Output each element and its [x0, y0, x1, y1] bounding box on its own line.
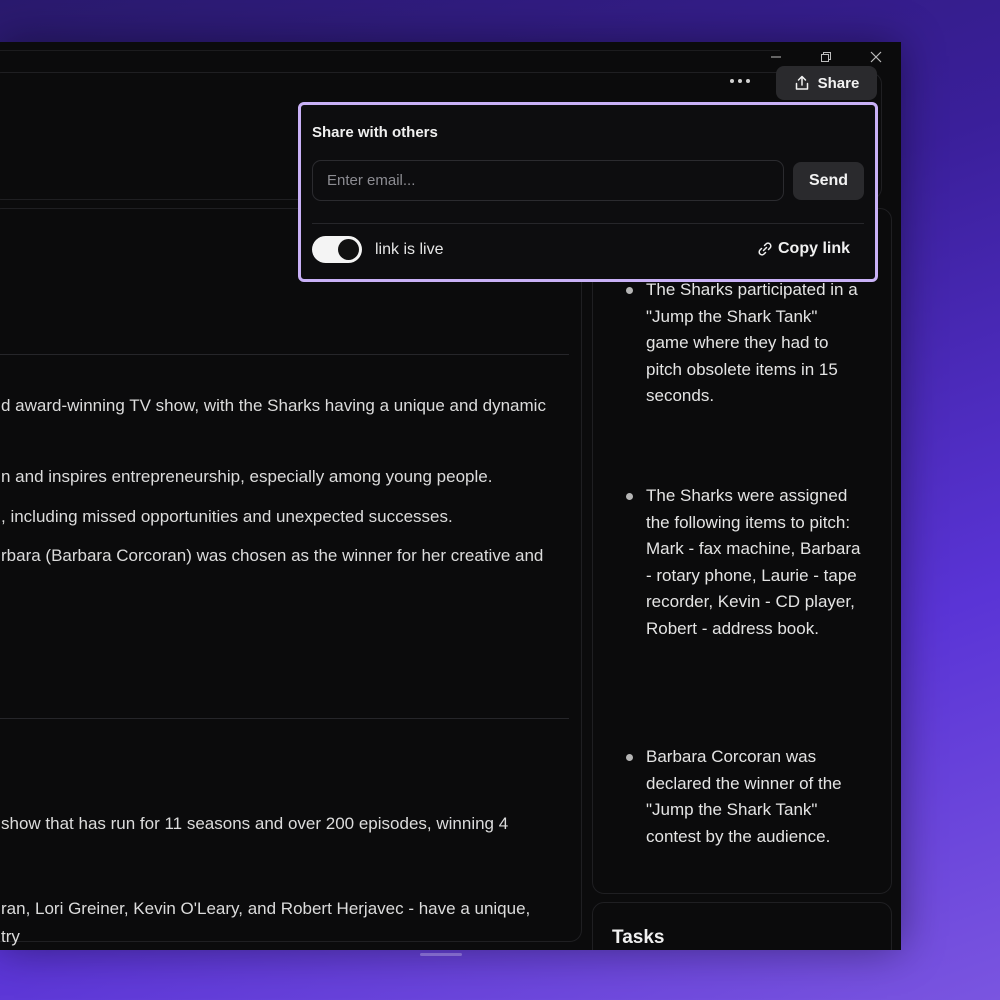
list-item-text: The Sharks were assigned the following i… [646, 486, 861, 638]
tasks-title: Tasks [612, 927, 665, 948]
summary-line: n and inspires entrepreneurship, especia… [1, 467, 493, 486]
bullet-icon [626, 754, 633, 761]
link-icon [758, 242, 772, 256]
summary-line: ran, Lori Greiner, Kevin O'Leary, and Ro… [1, 899, 531, 918]
window-resize-handle[interactable] [420, 953, 462, 956]
dot-icon [738, 79, 742, 83]
toggle-knob [338, 239, 359, 260]
summary-line: rbara (Barbara Corcoran) was chosen as t… [1, 546, 544, 565]
list-item-text: The Sharks participated in a "Jump the S… [646, 280, 858, 406]
close-icon [870, 51, 882, 63]
title-bar-divider [0, 50, 780, 51]
bullet-icon [626, 493, 633, 500]
send-button[interactable]: Send [793, 162, 864, 200]
popup-divider [312, 223, 864, 224]
restore-icon [821, 52, 831, 62]
share-button[interactable]: Share [776, 66, 877, 100]
tasks-card: Tasks [592, 902, 892, 950]
copy-link-label: Copy link [778, 240, 851, 257]
more-options-button[interactable] [730, 75, 754, 87]
list-item: Barbara Corcoran was declared the winner… [626, 744, 861, 850]
summary-line: , including missed opportunities and une… [1, 507, 453, 526]
link-live-toggle[interactable] [312, 236, 362, 263]
share-icon [795, 75, 808, 90]
popup-title: Share with others [312, 124, 438, 141]
summary-line: try [1, 927, 20, 946]
list-item: The Sharks were assigned the following i… [626, 483, 861, 643]
share-popup: Share with others Send link is live Copy… [298, 102, 878, 282]
link-live-label: link is live [375, 241, 444, 258]
list-item-text: Barbara Corcoran was declared the winner… [646, 747, 842, 846]
copy-link-button[interactable]: Copy link [757, 240, 850, 258]
section-divider [0, 718, 569, 719]
dot-icon [730, 79, 734, 83]
summary-line: d award-winning TV show, with the Sharks… [1, 396, 546, 415]
email-input[interactable] [312, 160, 784, 201]
dot-icon [746, 79, 750, 83]
share-label: Share [817, 74, 860, 92]
summary-card: d award-winning TV show, with the Sharks… [0, 208, 582, 946]
minimize-icon [771, 56, 781, 58]
summary-line: show that has run for 11 seasons and ove… [1, 814, 509, 833]
section-divider [0, 354, 569, 355]
key-points-card: The Sharks participated in a "Jump the S… [592, 208, 892, 894]
list-item: The Sharks participated in a "Jump the S… [626, 277, 861, 410]
bullet-icon [626, 287, 633, 294]
